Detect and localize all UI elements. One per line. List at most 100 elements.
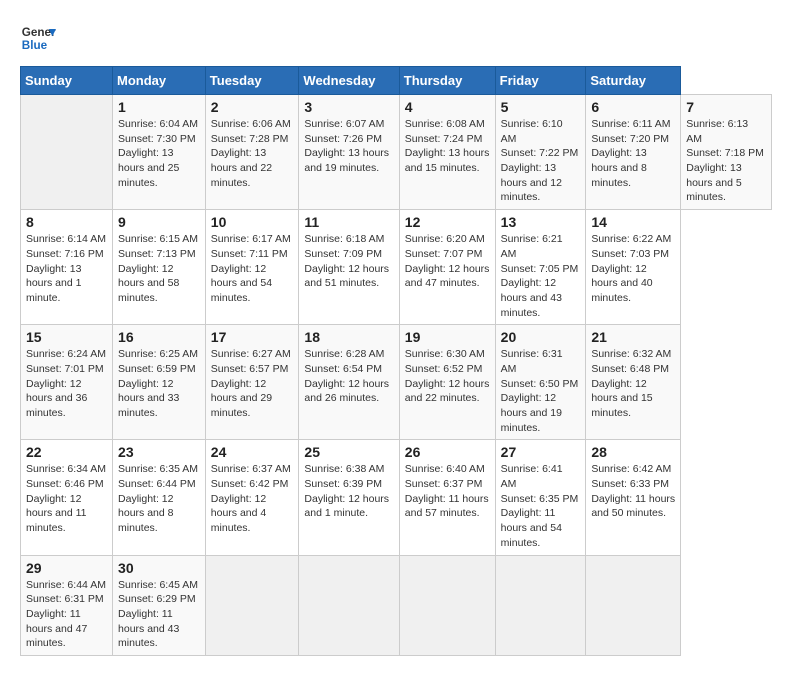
day-number: 29 <box>26 560 107 576</box>
day-info: Sunrise: 6:25 AMSunset: 6:59 PMDaylight:… <box>118 348 198 419</box>
day-cell-30: 30 Sunrise: 6:45 AMSunset: 6:29 PMDaylig… <box>113 555 206 655</box>
day-info: Sunrise: 6:27 AMSunset: 6:57 PMDaylight:… <box>211 348 291 419</box>
weekday-header-thursday: Thursday <box>399 67 495 95</box>
day-cell-13: 13 Sunrise: 6:21 AMSunset: 7:05 PMDaylig… <box>495 210 586 325</box>
day-number: 12 <box>405 214 490 230</box>
day-number: 18 <box>304 329 393 345</box>
day-info: Sunrise: 6:28 AMSunset: 6:54 PMDaylight:… <box>304 348 389 404</box>
weekday-header-wednesday: Wednesday <box>299 67 399 95</box>
day-number: 5 <box>501 99 581 115</box>
calendar: SundayMondayTuesdayWednesdayThursdayFrid… <box>20 66 772 656</box>
day-cell-20: 20 Sunrise: 6:31 AMSunset: 6:50 PMDaylig… <box>495 325 586 440</box>
day-cell-9: 9 Sunrise: 6:15 AMSunset: 7:13 PMDayligh… <box>113 210 206 325</box>
empty-cell <box>399 555 495 655</box>
day-cell-15: 15 Sunrise: 6:24 AMSunset: 7:01 PMDaylig… <box>21 325 113 440</box>
day-number: 7 <box>686 99 766 115</box>
week-row-2: 8 Sunrise: 6:14 AMSunset: 7:16 PMDayligh… <box>21 210 772 325</box>
day-info: Sunrise: 6:11 AMSunset: 7:20 PMDaylight:… <box>591 118 670 189</box>
day-info: Sunrise: 6:24 AMSunset: 7:01 PMDaylight:… <box>26 348 106 419</box>
day-number: 16 <box>118 329 200 345</box>
svg-text:Blue: Blue <box>22 39 48 52</box>
weekday-header-saturday: Saturday <box>586 67 681 95</box>
day-number: 6 <box>591 99 675 115</box>
day-cell-6: 6 Sunrise: 6:11 AMSunset: 7:20 PMDayligh… <box>586 95 681 210</box>
day-number: 22 <box>26 444 107 460</box>
day-info: Sunrise: 6:32 AMSunset: 6:48 PMDaylight:… <box>591 348 671 419</box>
day-cell-3: 3 Sunrise: 6:07 AMSunset: 7:26 PMDayligh… <box>299 95 399 210</box>
weekday-header-sunday: Sunday <box>21 67 113 95</box>
weekday-header-tuesday: Tuesday <box>205 67 299 95</box>
day-info: Sunrise: 6:41 AMSunset: 6:35 PMDaylight:… <box>501 463 579 548</box>
logo: General Blue <box>20 20 56 56</box>
day-number: 10 <box>211 214 294 230</box>
day-cell-11: 11 Sunrise: 6:18 AMSunset: 7:09 PMDaylig… <box>299 210 399 325</box>
empty-cell <box>21 95 113 210</box>
day-number: 13 <box>501 214 581 230</box>
day-number: 25 <box>304 444 393 460</box>
week-row-3: 15 Sunrise: 6:24 AMSunset: 7:01 PMDaylig… <box>21 325 772 440</box>
empty-cell <box>586 555 681 655</box>
day-cell-2: 2 Sunrise: 6:06 AMSunset: 7:28 PMDayligh… <box>205 95 299 210</box>
day-info: Sunrise: 6:40 AMSunset: 6:37 PMDaylight:… <box>405 463 489 519</box>
header: General Blue <box>20 20 772 56</box>
day-number: 30 <box>118 560 200 576</box>
day-cell-18: 18 Sunrise: 6:28 AMSunset: 6:54 PMDaylig… <box>299 325 399 440</box>
day-info: Sunrise: 6:42 AMSunset: 6:33 PMDaylight:… <box>591 463 675 519</box>
day-number: 19 <box>405 329 490 345</box>
day-number: 26 <box>405 444 490 460</box>
day-number: 28 <box>591 444 675 460</box>
day-info: Sunrise: 6:06 AMSunset: 7:28 PMDaylight:… <box>211 118 291 189</box>
day-cell-26: 26 Sunrise: 6:40 AMSunset: 6:37 PMDaylig… <box>399 440 495 555</box>
day-info: Sunrise: 6:08 AMSunset: 7:24 PMDaylight:… <box>405 118 490 174</box>
day-info: Sunrise: 6:15 AMSunset: 7:13 PMDaylight:… <box>118 233 198 304</box>
day-number: 23 <box>118 444 200 460</box>
day-info: Sunrise: 6:37 AMSunset: 6:42 PMDaylight:… <box>211 463 291 534</box>
day-number: 3 <box>304 99 393 115</box>
day-info: Sunrise: 6:44 AMSunset: 6:31 PMDaylight:… <box>26 579 106 650</box>
day-number: 17 <box>211 329 294 345</box>
day-number: 4 <box>405 99 490 115</box>
logo-icon: General Blue <box>20 20 56 56</box>
day-cell-5: 5 Sunrise: 6:10 AMSunset: 7:22 PMDayligh… <box>495 95 586 210</box>
day-number: 15 <box>26 329 107 345</box>
day-cell-28: 28 Sunrise: 6:42 AMSunset: 6:33 PMDaylig… <box>586 440 681 555</box>
day-number: 9 <box>118 214 200 230</box>
day-cell-25: 25 Sunrise: 6:38 AMSunset: 6:39 PMDaylig… <box>299 440 399 555</box>
day-number: 8 <box>26 214 107 230</box>
day-number: 24 <box>211 444 294 460</box>
day-info: Sunrise: 6:30 AMSunset: 6:52 PMDaylight:… <box>405 348 490 404</box>
weekday-header-friday: Friday <box>495 67 586 95</box>
day-cell-23: 23 Sunrise: 6:35 AMSunset: 6:44 PMDaylig… <box>113 440 206 555</box>
day-info: Sunrise: 6:21 AMSunset: 7:05 PMDaylight:… <box>501 233 579 318</box>
day-cell-12: 12 Sunrise: 6:20 AMSunset: 7:07 PMDaylig… <box>399 210 495 325</box>
day-cell-21: 21 Sunrise: 6:32 AMSunset: 6:48 PMDaylig… <box>586 325 681 440</box>
day-number: 2 <box>211 99 294 115</box>
day-cell-22: 22 Sunrise: 6:34 AMSunset: 6:46 PMDaylig… <box>21 440 113 555</box>
day-cell-10: 10 Sunrise: 6:17 AMSunset: 7:11 PMDaylig… <box>205 210 299 325</box>
week-row-1: 1 Sunrise: 6:04 AMSunset: 7:30 PMDayligh… <box>21 95 772 210</box>
day-cell-19: 19 Sunrise: 6:30 AMSunset: 6:52 PMDaylig… <box>399 325 495 440</box>
day-info: Sunrise: 6:10 AMSunset: 7:22 PMDaylight:… <box>501 118 579 203</box>
day-cell-7: 7 Sunrise: 6:13 AMSunset: 7:18 PMDayligh… <box>681 95 772 210</box>
day-info: Sunrise: 6:13 AMSunset: 7:18 PMDaylight:… <box>686 118 764 203</box>
day-info: Sunrise: 6:45 AMSunset: 6:29 PMDaylight:… <box>118 579 198 650</box>
day-cell-29: 29 Sunrise: 6:44 AMSunset: 6:31 PMDaylig… <box>21 555 113 655</box>
day-info: Sunrise: 6:38 AMSunset: 6:39 PMDaylight:… <box>304 463 389 519</box>
day-info: Sunrise: 6:22 AMSunset: 7:03 PMDaylight:… <box>591 233 671 304</box>
day-cell-14: 14 Sunrise: 6:22 AMSunset: 7:03 PMDaylig… <box>586 210 681 325</box>
day-info: Sunrise: 6:14 AMSunset: 7:16 PMDaylight:… <box>26 233 106 304</box>
weekday-header-monday: Monday <box>113 67 206 95</box>
week-row-5: 29 Sunrise: 6:44 AMSunset: 6:31 PMDaylig… <box>21 555 772 655</box>
day-info: Sunrise: 6:34 AMSunset: 6:46 PMDaylight:… <box>26 463 106 534</box>
day-number: 21 <box>591 329 675 345</box>
day-cell-4: 4 Sunrise: 6:08 AMSunset: 7:24 PMDayligh… <box>399 95 495 210</box>
day-info: Sunrise: 6:35 AMSunset: 6:44 PMDaylight:… <box>118 463 198 534</box>
day-number: 14 <box>591 214 675 230</box>
day-info: Sunrise: 6:07 AMSunset: 7:26 PMDaylight:… <box>304 118 389 174</box>
weekday-header-row: SundayMondayTuesdayWednesdayThursdayFrid… <box>21 67 772 95</box>
day-number: 11 <box>304 214 393 230</box>
day-info: Sunrise: 6:18 AMSunset: 7:09 PMDaylight:… <box>304 233 389 289</box>
week-row-4: 22 Sunrise: 6:34 AMSunset: 6:46 PMDaylig… <box>21 440 772 555</box>
day-cell-17: 17 Sunrise: 6:27 AMSunset: 6:57 PMDaylig… <box>205 325 299 440</box>
empty-cell <box>205 555 299 655</box>
